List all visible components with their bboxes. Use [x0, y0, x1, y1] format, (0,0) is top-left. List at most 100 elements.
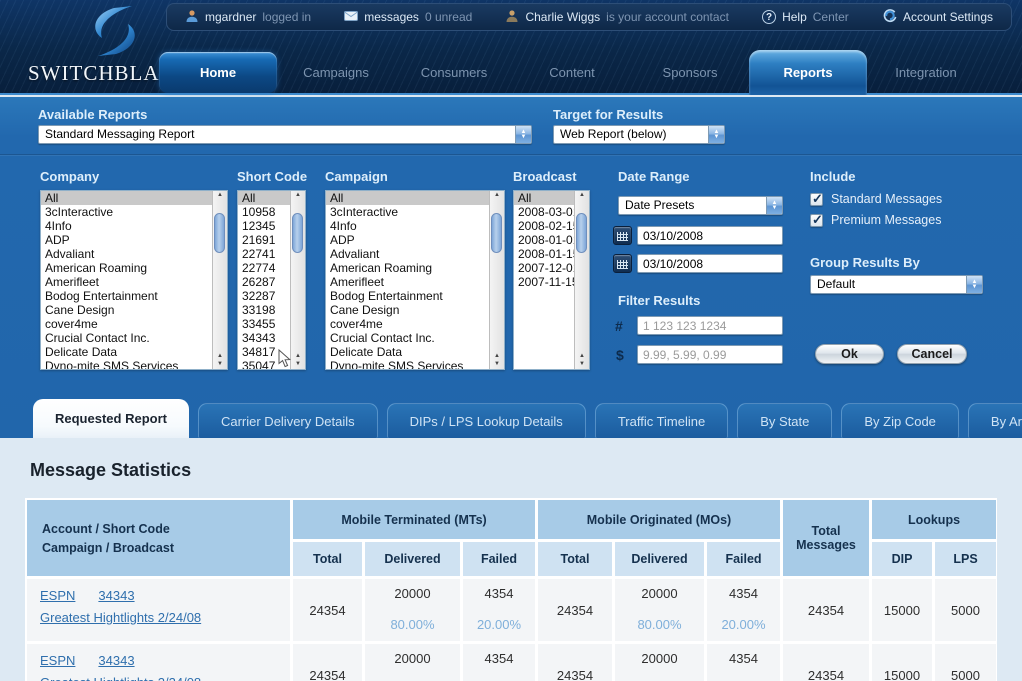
campaign-link[interactable]: Greatest Hightlights 2/24/08 [40, 610, 201, 625]
list-item[interactable]: Bodog Entertainment [326, 289, 504, 303]
list-item[interactable]: Advaliant [41, 247, 227, 261]
table-header: Account / Short Code Campaign / Broadcas… [27, 500, 995, 576]
nav-item[interactable]: Reports [749, 50, 867, 95]
list-item[interactable]: Bodog Entertainment [41, 289, 227, 303]
nav-item[interactable]: Campaigns [277, 50, 395, 95]
list-item[interactable]: Amerifleet [326, 275, 504, 289]
list-item[interactable]: All [41, 191, 227, 205]
account-link[interactable]: ESPN [40, 653, 75, 668]
broadcast-scrollbar[interactable]: ▲ ▲▼ [574, 191, 589, 369]
list-item[interactable]: All [326, 191, 504, 205]
report-tab[interactable]: By Zip Code [841, 403, 959, 438]
nav-item[interactable]: Home [159, 52, 277, 93]
report-tab[interactable]: Carrier Delivery Details [198, 403, 378, 438]
list-item[interactable]: Cane Design [41, 303, 227, 317]
mo-delivered-cell: 2000080.00% [615, 644, 704, 681]
list-item[interactable]: Amerifleet [41, 275, 227, 289]
list-item[interactable]: American Roaming [326, 261, 504, 275]
report-tab[interactable]: Traffic Timeline [595, 403, 728, 438]
mt-delivered-cell: 2000080.00% [365, 644, 460, 681]
scroll-thumb[interactable] [491, 213, 502, 253]
short-code-link[interactable]: 34343 [98, 653, 134, 668]
target-results-select[interactable]: Web Report (below) ▲▼ [553, 125, 725, 144]
app-header: mgardner logged in messages 0 unread Cha… [0, 0, 1022, 95]
company-scrollbar[interactable]: ▲ ▲▼ [212, 191, 227, 369]
nav-item[interactable]: Sponsors [631, 50, 749, 95]
mo-total-header: Total [538, 542, 612, 576]
amount-prefix: $ [616, 347, 624, 363]
list-item[interactable]: 4Info [41, 219, 227, 233]
messages-label: messages [364, 10, 419, 24]
list-item[interactable]: cover4me [41, 317, 227, 331]
short-code-link[interactable]: 34343 [98, 588, 134, 603]
short-code-listbox[interactable]: ▲ ▲▼ All10958123452169122741227742628732… [237, 190, 306, 370]
short-code-scrollbar[interactable]: ▲ ▲▼ [290, 191, 305, 369]
report-tab[interactable]: Requested Report [33, 399, 189, 438]
nav-item[interactable]: Integration [867, 50, 985, 95]
logged-in-user[interactable]: mgardner logged in [185, 9, 311, 26]
cancel-button[interactable]: Cancel [897, 344, 967, 364]
campaign-scrollbar[interactable]: ▲ ▲▼ [489, 191, 504, 369]
report-tab[interactable]: By Area Code [968, 403, 1022, 438]
lookups-group-header: Lookups [872, 500, 996, 539]
list-item[interactable]: 3cInteractive [326, 205, 504, 219]
list-item[interactable]: Delicate Data [41, 345, 227, 359]
calendar-icon[interactable] [613, 254, 632, 273]
checkbox-icon[interactable] [810, 214, 823, 227]
date-presets-select[interactable]: Date Presets ▲▼ [618, 196, 783, 215]
date-to-input[interactable] [637, 254, 783, 273]
calendar-icon[interactable] [613, 226, 632, 245]
list-item[interactable]: Dyno-mite SMS Services [326, 359, 504, 370]
mt-delivered-cell: 2000080.00% [365, 579, 460, 641]
nav-item[interactable]: Consumers [395, 50, 513, 95]
account-settings-link[interactable]: Account Settings [882, 8, 993, 26]
campaign-listbox[interactable]: ▲ ▲▼ All3cInteractive4InfoADPAdvaliantAm… [325, 190, 505, 370]
messages-link[interactable]: messages 0 unread [344, 10, 472, 24]
account-contact[interactable]: Charlie Wiggs is your account contact [505, 9, 728, 26]
scroll-thumb[interactable] [214, 213, 225, 253]
company-label: Company [40, 169, 99, 184]
nav-item[interactable]: Content [513, 50, 631, 95]
list-item[interactable]: Crucial Contact Inc. [41, 331, 227, 345]
report-tab[interactable]: By State [737, 403, 832, 438]
lps-cell: 5000 [935, 644, 996, 681]
list-item[interactable]: Cane Design [326, 303, 504, 317]
list-item[interactable]: ADP [41, 233, 227, 247]
account-link[interactable]: ESPN [40, 588, 75, 603]
list-item[interactable]: 3cInteractive [41, 205, 227, 219]
list-item[interactable]: Delicate Data [326, 345, 504, 359]
broadcast-listbox[interactable]: ▲ ▲▼ All2008-03-012008-02-152008-01-0120… [513, 190, 590, 370]
number-prefix: # [615, 318, 623, 334]
list-item[interactable]: 4Info [326, 219, 504, 233]
scroll-thumb[interactable] [576, 213, 587, 253]
phone-filter-input[interactable] [637, 316, 783, 335]
campaign-link[interactable]: Greatest Hightlights 2/24/08 [40, 675, 201, 681]
unread-count: 0 unread [425, 10, 472, 24]
mo-failed-header: Failed [707, 542, 780, 576]
date-from-input[interactable] [637, 226, 783, 245]
list-item[interactable]: cover4me [326, 317, 504, 331]
group-results-select[interactable]: Default ▲▼ [810, 275, 983, 294]
ok-button[interactable]: Ok [815, 344, 884, 364]
report-tab[interactable]: DIPs / LPS Lookup Details [387, 403, 586, 438]
list-item[interactable]: Advaliant [326, 247, 504, 261]
list-item[interactable]: American Roaming [41, 261, 227, 275]
company-listbox[interactable]: ▲ ▲▼ All3cInteractive4InfoADPAdvaliantAm… [40, 190, 228, 370]
list-item[interactable]: Crucial Contact Inc. [326, 331, 504, 345]
list-item[interactable]: ADP [326, 233, 504, 247]
checkbox-icon[interactable] [810, 193, 823, 206]
mo-failed-cell: 435420.00% [707, 579, 780, 641]
include-option[interactable]: Standard Messages [810, 192, 942, 206]
available-reports-select[interactable]: Standard Messaging Report ▲▼ [38, 125, 532, 144]
mo-total-cell: 24354 [538, 644, 612, 681]
scroll-thumb[interactable] [292, 213, 303, 253]
help-center-link[interactable]: ? Help Center [762, 10, 849, 24]
lps-header: LPS [935, 542, 996, 576]
help-icon: ? [762, 10, 776, 24]
include-option[interactable]: Premium Messages [810, 213, 942, 227]
account-cell: ESPN 34343 Greatest Hightlights 2/24/08 [27, 579, 290, 641]
list-item[interactable]: Dyno-mite SMS Services [41, 359, 227, 370]
broadcast-label: Broadcast [513, 169, 577, 184]
price-filter-input[interactable] [637, 345, 783, 364]
switchblade-swoosh-icon [80, 4, 150, 63]
